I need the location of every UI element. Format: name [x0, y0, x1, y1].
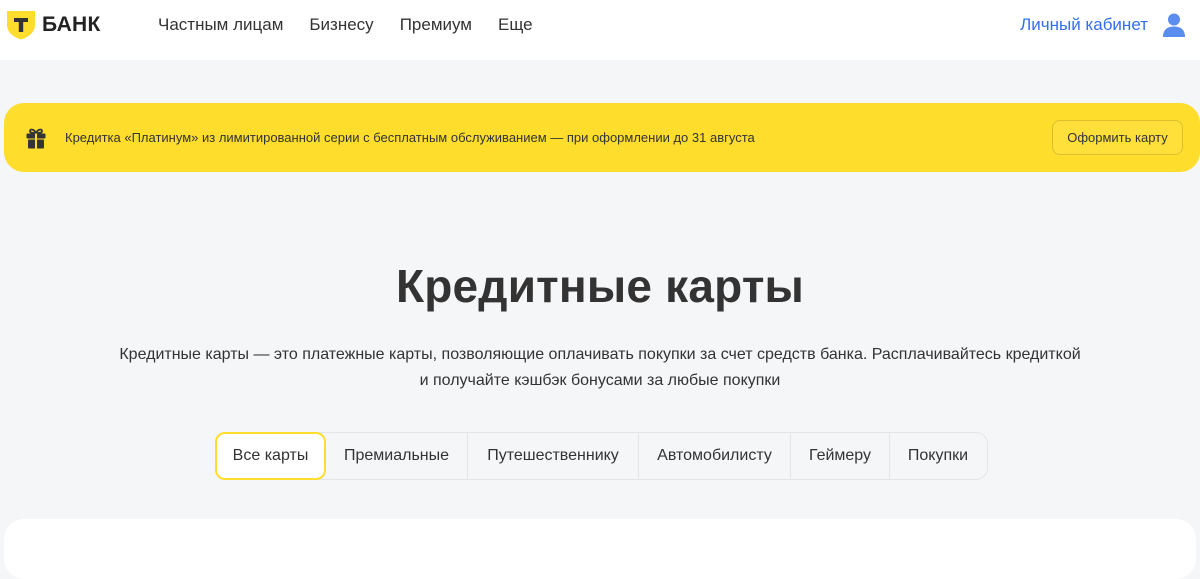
t-bank-shield-icon: [7, 11, 35, 40]
promo-text: Кредитка «Платинум» из лимитированной се…: [65, 130, 755, 145]
logo-text: БАНК: [42, 13, 101, 36]
nav-item-private[interactable]: Частным лицам: [158, 14, 283, 36]
promo-banner: Кредитка «Платинум» из лимитированной се…: [4, 103, 1200, 172]
tab-traveler[interactable]: Путешественнику: [468, 433, 639, 479]
bank-logo[interactable]: БАНК: [6, 10, 101, 40]
description-line-1: Кредитные карты — это платежные карты, п…: [119, 346, 1081, 363]
nav-item-business[interactable]: Бизнесу: [309, 14, 373, 36]
tab-shopping[interactable]: Покупки: [890, 433, 986, 479]
tab-premium[interactable]: Премиальные: [326, 433, 468, 479]
tab-gamer[interactable]: Геймеру: [791, 433, 890, 479]
personal-account-link[interactable]: Личный кабинет: [1020, 15, 1148, 35]
main-nav: Частным лицам Бизнесу Премиум Еще: [158, 14, 559, 36]
nav-item-more[interactable]: Еще: [498, 14, 533, 36]
nav-item-premium[interactable]: Премиум: [400, 14, 472, 36]
get-card-button[interactable]: Оформить карту: [1052, 120, 1183, 155]
description-line-2: и получайте кэшбэк бонусами за любые пок…: [419, 372, 781, 389]
card-category-tabs: Все карты Премиальные Путешественнику Ав…: [215, 432, 988, 480]
top-header: БАНК Частным лицам Бизнесу Премиум Еще Л…: [0, 0, 1200, 60]
personal-account[interactable]: Личный кабинет: [1020, 12, 1186, 38]
user-icon[interactable]: [1162, 12, 1186, 38]
page-description: Кредитные карты — это платежные карты, п…: [100, 342, 1100, 394]
content-card: [4, 519, 1196, 579]
tab-all-cards[interactable]: Все карты: [215, 432, 326, 480]
page-title: Кредитные карты: [395, 260, 805, 312]
tab-motorist[interactable]: Автомобилисту: [639, 433, 791, 479]
gift-icon: [26, 128, 46, 149]
